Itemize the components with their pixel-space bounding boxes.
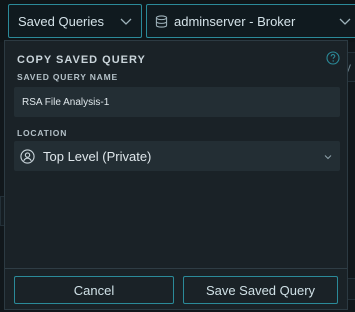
chevron-down-icon [339, 18, 351, 25]
top-bar: Saved Queries adminserver - Broker [0, 0, 355, 42]
saved-query-name-value: RSA File Analysis-1 [22, 96, 110, 108]
database-icon [155, 14, 168, 28]
server-dropdown[interactable]: adminserver - Broker [146, 4, 355, 38]
location-label: LOCATION [17, 128, 68, 138]
screen: y Saved Queries adminserver - Broker COP… [0, 0, 355, 312]
background-panel [347, 278, 355, 300]
user-circle-icon [20, 148, 35, 164]
saved-query-name-label: SAVED QUERY NAME [17, 72, 118, 82]
saved-queries-dropdown[interactable]: Saved Queries [8, 4, 142, 38]
chevron-down-icon [120, 18, 132, 25]
saved-queries-label: Saved Queries [18, 13, 104, 29]
copy-saved-query-dialog: COPY SAVED QUERY SAVED QUERY NAME RSA Fi… [4, 40, 348, 310]
server-label: adminserver - Broker [174, 13, 296, 29]
dialog-title: COPY SAVED QUERY [17, 54, 146, 66]
chevron-down-icon [324, 155, 332, 160]
location-value: Top Level (Private) [43, 148, 152, 164]
help-icon[interactable] [326, 51, 340, 65]
dialog-footer: Cancel Save Saved Query [5, 268, 347, 309]
location-select[interactable]: Top Level (Private) [14, 141, 340, 171]
cancel-button[interactable]: Cancel [14, 276, 174, 304]
save-saved-query-button[interactable]: Save Saved Query [183, 276, 338, 304]
saved-query-name-input[interactable]: RSA File Analysis-1 [14, 87, 340, 117]
